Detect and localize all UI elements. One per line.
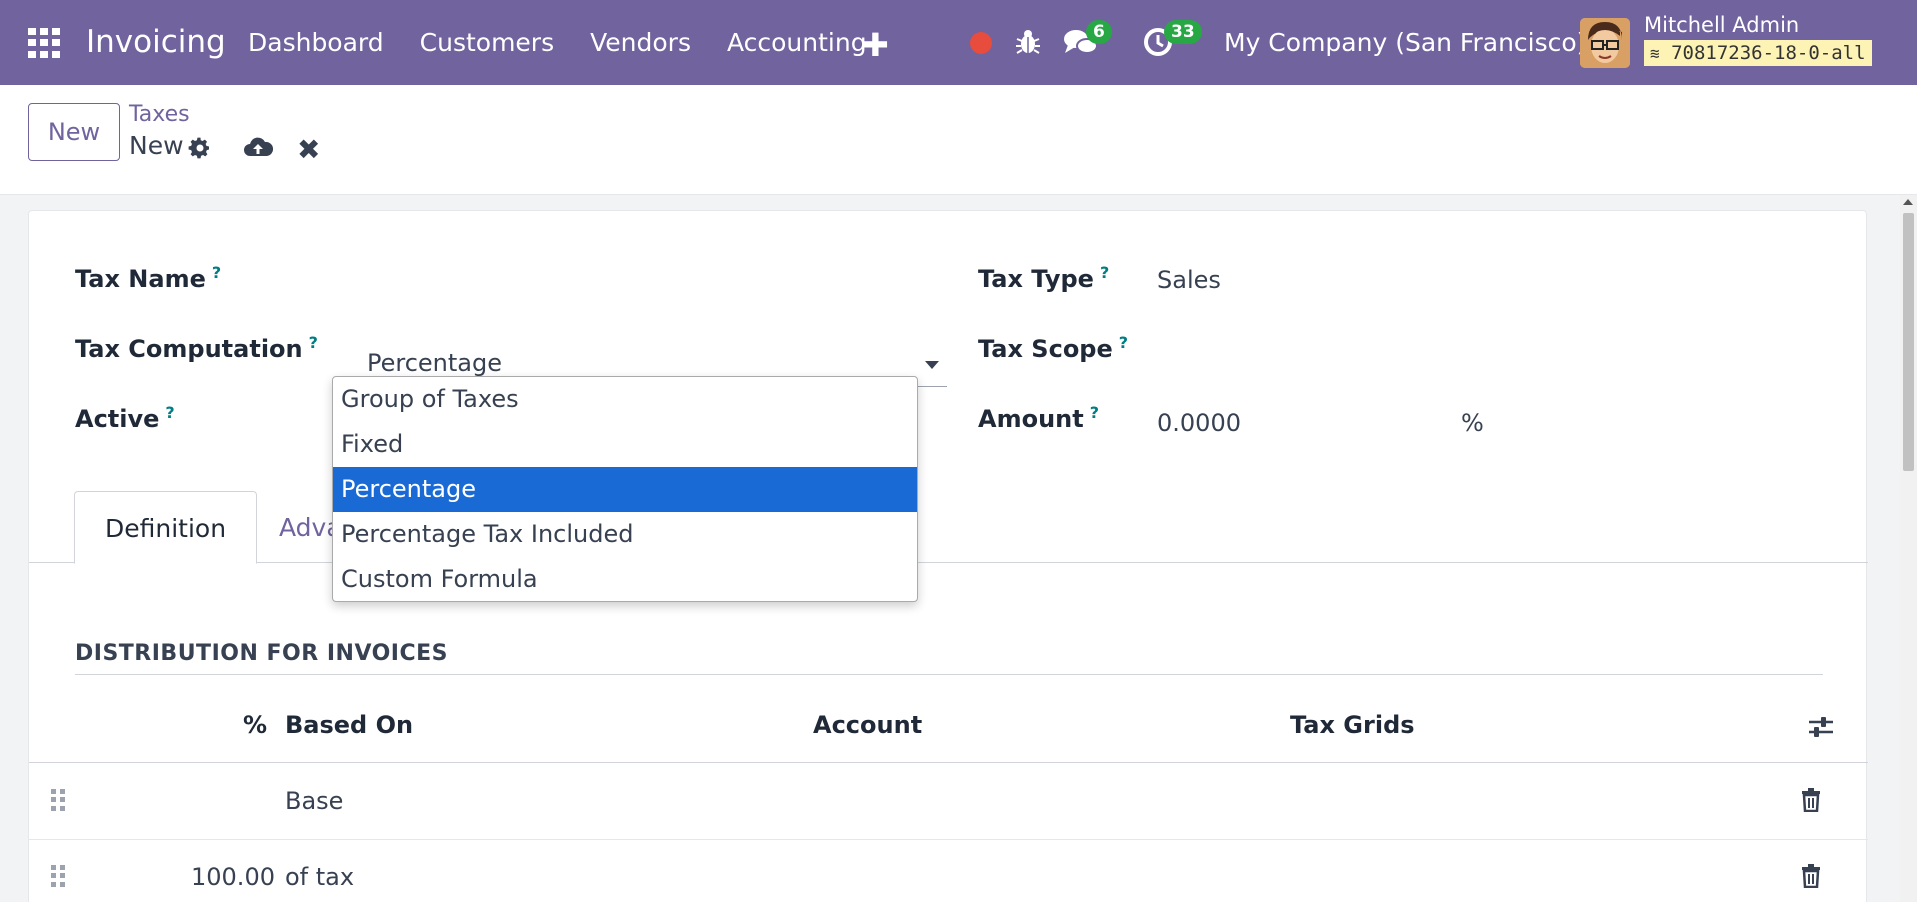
page-scrollbar[interactable]: [1900, 195, 1917, 902]
scroll-up-arrow-icon[interactable]: [1903, 199, 1913, 205]
main-menu: Dashboard Customers Vendors Accounting: [248, 28, 867, 57]
record-icon[interactable]: [970, 32, 992, 54]
breadcrumb-taxes[interactable]: Taxes: [129, 102, 190, 127]
tax-computation-label: Tax Computation?: [75, 333, 318, 363]
tax-type-value[interactable]: Sales: [1157, 266, 1221, 294]
menu-item-dashboard[interactable]: Dashboard: [248, 28, 384, 57]
company-switcher[interactable]: My Company (San Francisco): [1224, 28, 1586, 57]
column-header-percent[interactable]: %: [243, 711, 267, 739]
tax-computation-dropdown: Group of Taxes Fixed Percentage Percenta…: [332, 376, 918, 602]
chat-count-badge: 6: [1086, 20, 1112, 44]
menu-item-customers[interactable]: Customers: [420, 28, 554, 57]
option-percentage-tax-included[interactable]: Percentage Tax Included: [333, 512, 917, 557]
column-header-based-on[interactable]: Based On: [285, 711, 413, 739]
menu-item-accounting[interactable]: Accounting: [727, 28, 867, 57]
plus-icon[interactable]: ✚: [862, 26, 889, 64]
amount-input[interactable]: 0.0000: [1157, 409, 1241, 437]
help-icon[interactable]: ?: [212, 263, 221, 282]
database-tag: ≋ 70817236-18-0-all: [1644, 40, 1872, 66]
percent-cell[interactable]: 100.00: [191, 863, 275, 891]
option-percentage[interactable]: Percentage: [333, 467, 917, 512]
new-button[interactable]: New: [28, 103, 120, 161]
row-divider: [29, 839, 1868, 840]
help-icon[interactable]: ?: [1090, 403, 1099, 422]
activity-count-badge: 33: [1164, 20, 1202, 44]
drag-handle-icon[interactable]: [51, 865, 65, 887]
option-fixed[interactable]: Fixed: [333, 422, 917, 467]
trash-icon[interactable]: [1801, 864, 1821, 888]
section-divider: [75, 674, 1823, 675]
breadcrumb-current: New: [129, 131, 184, 160]
notebook-tabs: Definition Adva: [29, 491, 1868, 564]
option-group-of-taxes[interactable]: Group of Taxes: [333, 377, 917, 422]
database-name: 70817236-18-0-all: [1671, 42, 1866, 64]
gear-icon[interactable]: [188, 136, 212, 160]
help-icon[interactable]: ?: [165, 403, 174, 422]
caret-down-icon: [925, 361, 939, 369]
active-label: Active?: [75, 403, 175, 433]
discard-icon[interactable]: ✖: [297, 133, 320, 166]
cloud-upload-icon[interactable]: [243, 134, 273, 160]
amount-label: Amount?: [978, 403, 1099, 433]
optional-columns-icon[interactable]: [1807, 714, 1835, 740]
scrollbar-thumb[interactable]: [1903, 213, 1914, 471]
table-header-divider: [29, 762, 1868, 763]
trash-icon[interactable]: [1801, 788, 1821, 812]
tax-name-label: Tax Name?: [75, 263, 222, 293]
help-icon[interactable]: ?: [1100, 263, 1109, 282]
help-icon[interactable]: ?: [309, 333, 318, 352]
column-header-tax-grids[interactable]: Tax Grids: [1290, 711, 1415, 739]
bug-icon[interactable]: [1015, 27, 1041, 57]
form-sheet: Tax Name? Tax Computation? Active? Perce…: [28, 210, 1868, 902]
user-name[interactable]: Mitchell Admin: [1644, 13, 1799, 37]
menu-item-vendors[interactable]: Vendors: [590, 28, 691, 57]
tax-scope-label: Tax Scope?: [978, 333, 1129, 363]
based-on-cell[interactable]: of tax: [285, 863, 354, 891]
tax-type-label: Tax Type?: [978, 263, 1110, 293]
based-on-cell[interactable]: Base: [285, 787, 343, 815]
top-navbar: Invoicing Dashboard Customers Vendors Ac…: [0, 0, 1917, 85]
drag-handle-icon[interactable]: [51, 789, 65, 811]
column-header-account[interactable]: Account: [813, 711, 922, 739]
control-panel: New Taxes New ✖: [0, 85, 1917, 195]
amount-unit: %: [1461, 409, 1484, 437]
distribution-section-title: DISTRIBUTION FOR INVOICES: [75, 641, 448, 666]
database-icon: ≋: [1650, 44, 1660, 63]
tab-definition[interactable]: Definition: [74, 491, 258, 564]
app-grid-icon[interactable]: [28, 28, 62, 58]
help-icon[interactable]: ?: [1119, 333, 1128, 352]
tax-computation-value: Percentage: [367, 349, 503, 377]
app-name[interactable]: Invoicing: [86, 24, 226, 60]
user-avatar[interactable]: [1580, 18, 1630, 68]
option-custom-formula[interactable]: Custom Formula: [333, 557, 917, 601]
